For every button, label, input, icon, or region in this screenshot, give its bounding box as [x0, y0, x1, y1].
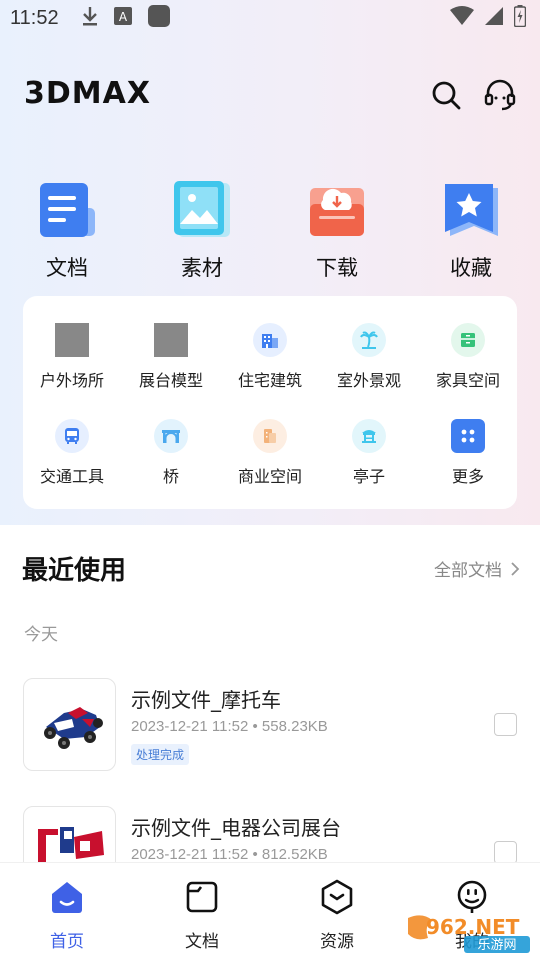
subcategory-vehicles[interactable]: 交通工具: [23, 419, 121, 487]
list-item[interactable]: 示例文件_摩托车 2023-12-21 11:52 • 558.23KB 处理完…: [23, 678, 520, 773]
subcategory-card: 户外场所 展台模型 住宅建筑 室外景观 家具空间 交通工具 桥 商业空间 亭子 …: [23, 296, 517, 509]
file-meta: 2023-12-21 11:52 • 558.23KB: [131, 718, 328, 735]
cabinet-icon: [451, 323, 485, 357]
recent-section-title: 最近使用: [22, 556, 127, 586]
category-favorites[interactable]: 收藏: [416, 180, 526, 282]
cube-icon: [317, 877, 357, 917]
placeholder-image-icon: [154, 323, 188, 357]
all-documents-link[interactable]: 全部文档: [434, 556, 520, 581]
site-watermark: 962.NET 乐游网: [402, 912, 532, 954]
font-status-icon: A: [113, 6, 133, 31]
download-icon: [307, 180, 367, 240]
subcategory-label: 住宅建筑: [237, 371, 302, 390]
app-logo: 3DMAX: [24, 76, 151, 111]
subcategory-bridge[interactable]: 桥: [122, 419, 220, 487]
headset-icon: [484, 79, 516, 111]
subcategory-label: 展台模型: [138, 371, 203, 390]
subcategory-label: 更多: [451, 467, 484, 486]
subcategory-label: 商业空间: [237, 467, 302, 486]
subcategory-label: 室外景观: [336, 371, 401, 390]
signal-icon: [484, 6, 504, 31]
subcategory-label: 亭子: [352, 467, 385, 486]
motorcycle-model-thumbnail: [44, 707, 103, 749]
tab-documents[interactable]: 文档: [157, 877, 247, 952]
search-icon: [432, 81, 461, 110]
folder-icon: [182, 877, 222, 917]
subcategory-commercial[interactable]: 商业空间: [221, 419, 319, 487]
placeholder-image-icon: [55, 323, 89, 357]
category-downloads[interactable]: 下载: [282, 180, 392, 282]
tab-resources[interactable]: 资源: [292, 877, 382, 952]
pavilion-icon: [352, 419, 386, 453]
home-icon: [47, 877, 87, 917]
smiley-face-icon: [452, 877, 492, 917]
subcategory-more[interactable]: 更多: [419, 419, 517, 487]
subcategory-label: 家具空间: [435, 371, 500, 390]
all-documents-label: 全部文档: [434, 561, 502, 581]
file-select-checkbox[interactable]: [494, 841, 517, 864]
subcategory-residential[interactable]: 住宅建筑: [221, 323, 319, 391]
category-label: 文档: [46, 256, 88, 280]
tab-label: 资源: [320, 932, 354, 952]
battery-icon: [513, 4, 527, 32]
category-label: 素材: [181, 256, 223, 280]
status-bar: 11:52 A: [0, 0, 540, 36]
more-grid-icon: [451, 419, 485, 453]
image-icon: [172, 180, 232, 240]
file-name: 示例文件_摩托车: [131, 688, 281, 712]
category-materials[interactable]: 素材: [147, 180, 257, 282]
app-header: 3DMAX: [24, 72, 520, 122]
search-button[interactable]: [428, 77, 464, 113]
status-time: 11:52: [10, 6, 59, 29]
file-select-checkbox[interactable]: [494, 713, 517, 736]
date-group-label: 今天: [24, 625, 58, 645]
subcategory-pavilion[interactable]: 亭子: [320, 419, 418, 487]
top-categories: 文档 素材 下载 收藏: [0, 180, 540, 280]
subcategory-label: 交通工具: [39, 467, 104, 486]
subcategory-outdoor[interactable]: 户外场所: [23, 323, 121, 391]
category-label: 下载: [316, 256, 358, 280]
palm-tree-icon: [352, 323, 386, 357]
watermark-text: 962.NET: [426, 915, 520, 939]
customer-service-button[interactable]: [482, 77, 518, 113]
download-status-icon: [81, 5, 99, 32]
status-badge: 处理完成: [131, 744, 190, 765]
svg-text:A: A: [118, 10, 127, 24]
tab-label: 首页: [50, 932, 84, 952]
file-meta: 2023-12-21 11:52 • 812.52KB: [131, 846, 328, 863]
star-bookmark-icon: [441, 180, 501, 240]
file-thumbnail: [23, 678, 116, 771]
document-icon: [37, 180, 97, 240]
wifi-icon: [450, 5, 474, 31]
subcategory-label: 户外场所: [39, 371, 104, 390]
subcategory-label: 桥: [162, 467, 179, 486]
bridge-icon: [154, 419, 188, 453]
category-documents[interactable]: 文档: [12, 180, 122, 282]
shop-icon: [253, 419, 287, 453]
bus-icon: [55, 419, 89, 453]
watermark-subtext: 乐游网: [477, 938, 516, 953]
building-icon: [253, 323, 287, 357]
chevron-right-icon: [511, 561, 520, 576]
app-status-icon: [147, 4, 171, 33]
subcategory-furniture[interactable]: 家具空间: [419, 323, 517, 391]
tab-label: 文档: [185, 932, 219, 952]
tab-home[interactable]: 首页: [22, 877, 112, 952]
subcategory-booth-model[interactable]: 展台模型: [122, 323, 220, 391]
file-name: 示例文件_电器公司展台: [131, 816, 341, 840]
subcategory-landscape[interactable]: 室外景观: [320, 323, 418, 391]
category-label: 收藏: [450, 256, 492, 280]
